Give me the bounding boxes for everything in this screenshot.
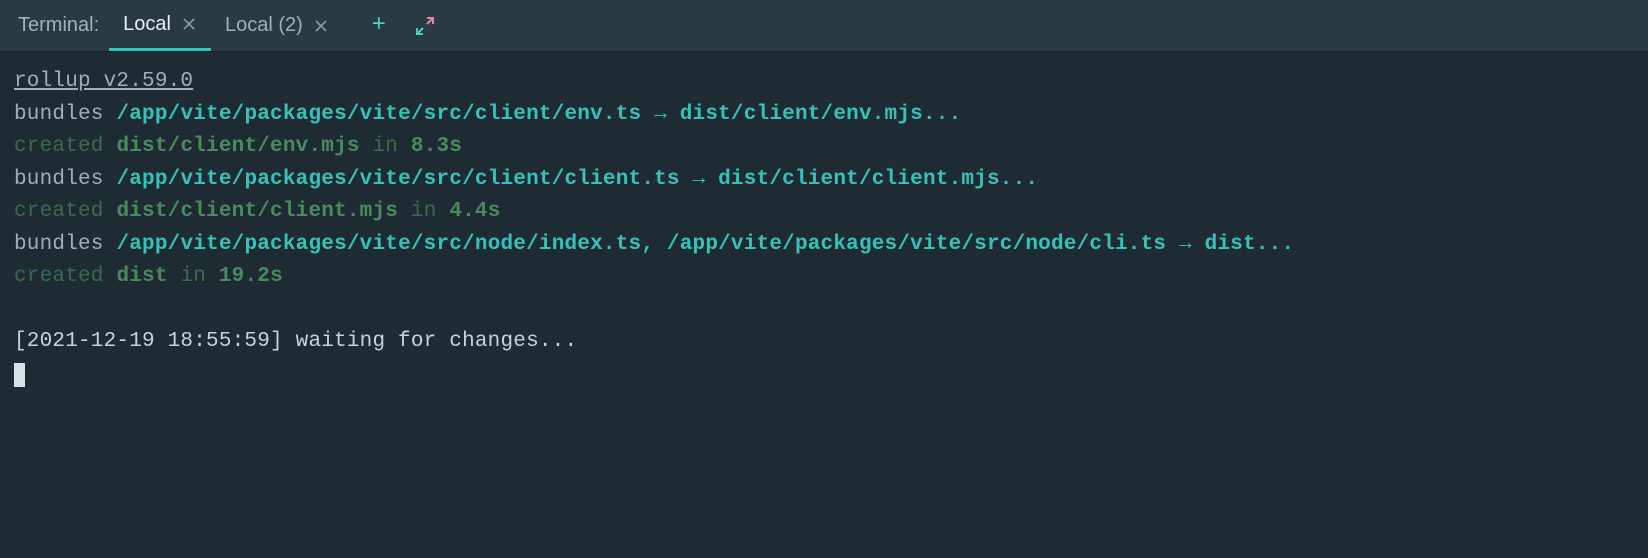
add-tab-button[interactable]: +: [367, 14, 391, 38]
tab-local[interactable]: Local: [109, 0, 211, 51]
cursor: [14, 363, 25, 387]
panel-title: Terminal:: [12, 14, 109, 37]
cursor-line: [14, 359, 1634, 393]
output-line: bundles /app/vite/packages/vite/src/clie…: [14, 164, 1634, 197]
blank-line: [14, 294, 1634, 327]
expand-icon: [415, 16, 435, 36]
output-line: bundles /app/vite/packages/vite/src/clie…: [14, 99, 1634, 132]
tab-local-2[interactable]: Local (2): [211, 0, 343, 51]
plus-icon: +: [372, 14, 386, 38]
output-line: created dist in 19.2s: [14, 261, 1634, 294]
expand-button[interactable]: [413, 14, 437, 38]
tab-actions: +: [367, 14, 437, 38]
close-icon[interactable]: [181, 16, 197, 32]
terminal-output[interactable]: rollup v2.59.0 bundles /app/vite/package…: [0, 52, 1648, 392]
status-line: [2021-12-19 18:55:59] waiting for change…: [14, 326, 1634, 359]
close-icon[interactable]: [313, 18, 329, 34]
output-line: bundles /app/vite/packages/vite/src/node…: [14, 229, 1634, 262]
output-line: created dist/client/client.mjs in 4.4s: [14, 196, 1634, 229]
tab-label: Local (2): [225, 14, 303, 37]
output-line: created dist/client/env.mjs in 8.3s: [14, 131, 1634, 164]
tab-label: Local: [123, 13, 171, 36]
terminal-tab-bar: Terminal: Local Local (2) +: [0, 0, 1648, 52]
output-header: rollup v2.59.0: [14, 66, 1634, 99]
